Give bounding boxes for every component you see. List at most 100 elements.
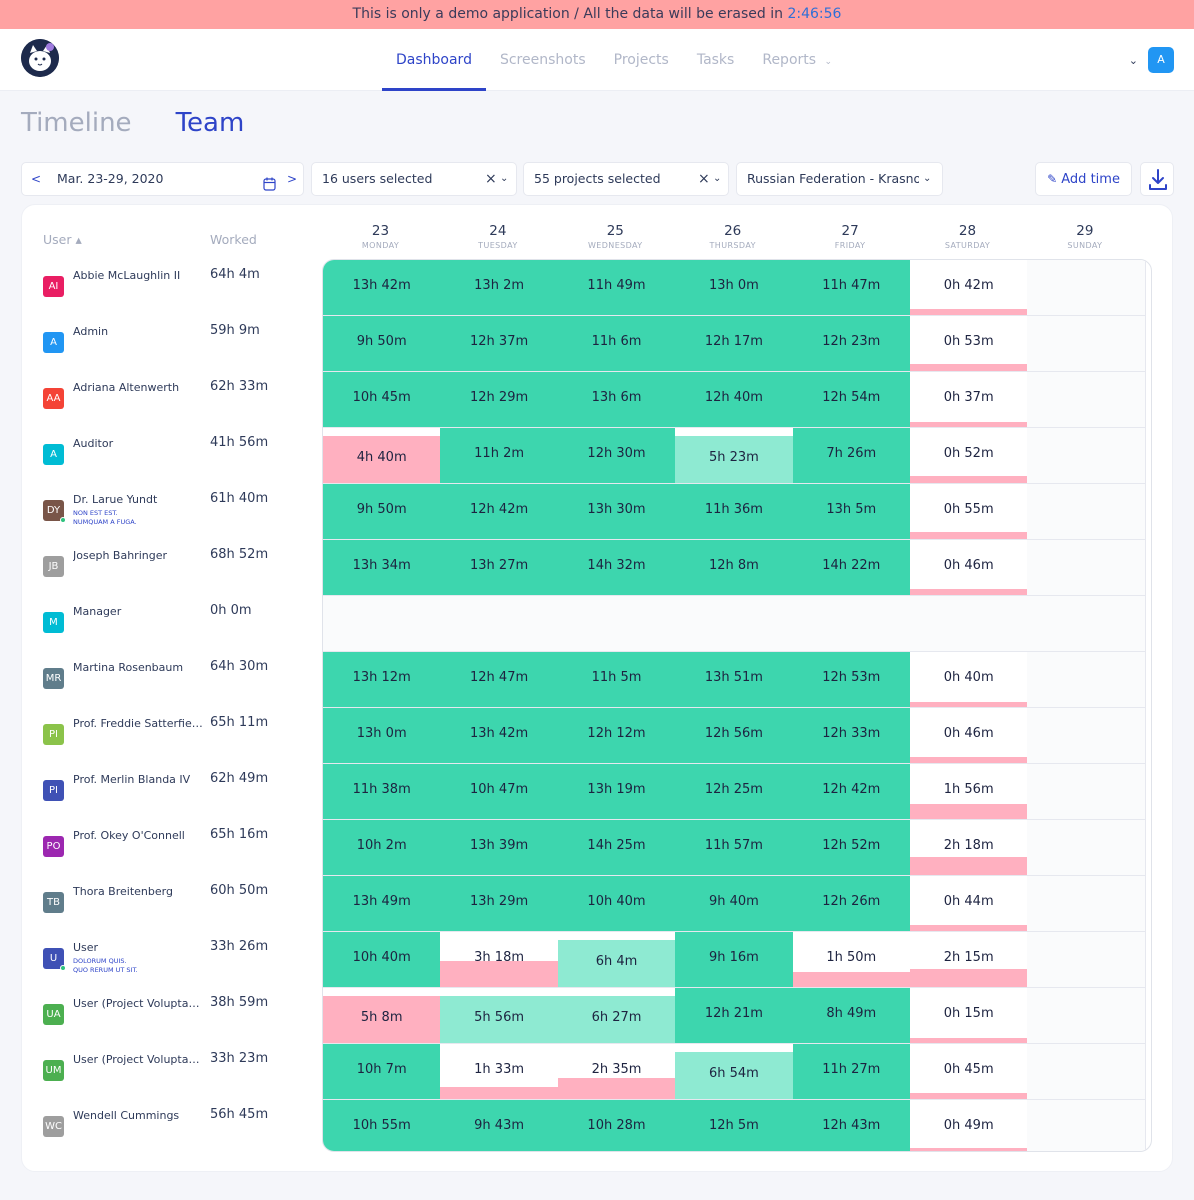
time-cell[interactable]: 10h 40m: [323, 932, 442, 988]
time-cell[interactable]: 0h 55m: [910, 484, 1029, 540]
time-cell[interactable]: 0h 40m: [910, 652, 1029, 708]
time-cell[interactable]: 10h 40m: [557, 876, 677, 932]
chevron-down-icon[interactable]: ⌄: [923, 163, 931, 195]
time-cell[interactable]: 13h 19m: [557, 764, 677, 820]
time-cell[interactable]: 10h 28m: [557, 1100, 677, 1151]
time-cell[interactable]: 13h 6m: [557, 372, 677, 428]
time-cell[interactable]: 12h 25m: [675, 764, 794, 820]
user-menu[interactable]: ⌄ A: [1129, 47, 1174, 73]
time-cell[interactable]: 12h 33m: [792, 708, 911, 764]
time-cell[interactable]: 0h 37m: [910, 372, 1029, 428]
time-cell[interactable]: 12h 42m: [440, 484, 559, 540]
time-cell[interactable]: 13h 51m: [675, 652, 794, 708]
time-cell[interactable]: 11h 5m: [557, 652, 677, 708]
nav-tasks[interactable]: Tasks: [683, 29, 749, 91]
user-name[interactable]: Prof. Okey O'Connell: [73, 829, 203, 842]
time-cell[interactable]: 0h 45m: [910, 1044, 1029, 1100]
time-cell[interactable]: [1027, 820, 1146, 876]
time-cell[interactable]: [1027, 316, 1146, 372]
time-cell[interactable]: 13h 0m: [675, 260, 794, 316]
time-cell[interactable]: 1h 56m: [910, 764, 1029, 820]
calendar-icon[interactable]: [263, 171, 276, 203]
time-cell[interactable]: 0h 44m: [910, 876, 1029, 932]
time-cell[interactable]: 13h 5m: [792, 484, 911, 540]
time-cell[interactable]: 0h 46m: [910, 540, 1029, 596]
time-cell[interactable]: [910, 596, 1029, 652]
time-cell[interactable]: 12h 54m: [792, 372, 911, 428]
chevron-down-icon[interactable]: ⌄: [713, 163, 721, 195]
time-cell[interactable]: 14h 22m: [792, 540, 911, 596]
time-cell[interactable]: [1027, 988, 1146, 1044]
user-name[interactable]: Dr. Larue Yundt: [73, 493, 203, 506]
time-cell[interactable]: 12h 40m: [675, 372, 794, 428]
time-cell[interactable]: 10h 55m: [323, 1100, 442, 1151]
time-cell[interactable]: 0h 15m: [910, 988, 1029, 1044]
user-name[interactable]: Wendell Cummings: [73, 1109, 203, 1122]
table-row[interactable]: MR Martina Rosenbaum 64h 30m: [43, 651, 323, 707]
table-row[interactable]: UM User (Project Voluptas est) 33h 23m: [43, 1043, 323, 1099]
time-cell[interactable]: 9h 43m: [440, 1100, 559, 1151]
time-cell[interactable]: 9h 40m: [675, 876, 794, 932]
nav-reports[interactable]: Reports ⌄: [748, 29, 846, 91]
user-name[interactable]: Prof. Freddie Satterfield I: [73, 717, 203, 730]
time-cell[interactable]: 12h 17m: [675, 316, 794, 372]
clear-projects-icon[interactable]: ×: [698, 163, 710, 195]
time-cell[interactable]: 13h 12m: [323, 652, 442, 708]
time-cell[interactable]: 0h 52m: [910, 428, 1029, 484]
time-cell[interactable]: 10h 45m: [323, 372, 442, 428]
time-cell[interactable]: 13h 49m: [323, 876, 442, 932]
time-cell[interactable]: 14h 32m: [557, 540, 677, 596]
time-cell[interactable]: 12h 56m: [675, 708, 794, 764]
time-cell[interactable]: [1027, 708, 1146, 764]
time-cell[interactable]: 13h 2m: [440, 260, 559, 316]
time-cell[interactable]: [1027, 1100, 1146, 1151]
user-name[interactable]: Adriana Altenwerth: [73, 381, 203, 394]
time-cell[interactable]: [1027, 876, 1146, 932]
time-cell[interactable]: [557, 596, 677, 652]
user-name[interactable]: Auditor: [73, 437, 203, 450]
time-cell[interactable]: 10h 47m: [440, 764, 559, 820]
time-cell[interactable]: [1027, 428, 1146, 484]
time-cell[interactable]: 12h 52m: [792, 820, 911, 876]
time-cell[interactable]: 9h 16m: [675, 932, 794, 988]
user-name[interactable]: Joseph Bahringer: [73, 549, 203, 562]
time-cell[interactable]: [1027, 1044, 1146, 1100]
time-cell[interactable]: 7h 26m: [792, 428, 911, 484]
avatar[interactable]: A: [1148, 47, 1174, 73]
table-row[interactable]: AA Adriana Altenwerth 62h 33m: [43, 371, 323, 427]
time-cell[interactable]: 12h 8m: [675, 540, 794, 596]
time-cell[interactable]: [1027, 596, 1146, 652]
user-name[interactable]: Admin: [73, 325, 203, 338]
time-cell[interactable]: 5h 8m: [323, 988, 442, 1044]
nav-dashboard[interactable]: Dashboard: [382, 29, 486, 91]
time-cell[interactable]: 10h 2m: [323, 820, 442, 876]
time-cell[interactable]: [323, 596, 442, 652]
nav-screenshots[interactable]: Screenshots: [486, 29, 600, 91]
time-cell[interactable]: [1027, 372, 1146, 428]
chevron-down-icon[interactable]: ⌄: [1129, 54, 1138, 67]
time-cell[interactable]: 8h 49m: [792, 988, 911, 1044]
time-cell[interactable]: 12h 43m: [792, 1100, 911, 1151]
date-range-picker[interactable]: < Mar. 23-29, 2020 >: [21, 162, 304, 196]
table-row[interactable]: TB Thora Breitenberg 60h 50m: [43, 875, 323, 931]
time-cell[interactable]: 13h 0m: [323, 708, 442, 764]
time-cell[interactable]: 6h 4m: [557, 932, 677, 988]
table-row[interactable]: PO Prof. Okey O'Connell 65h 16m: [43, 819, 323, 875]
add-time-button[interactable]: ✎ Add time: [1035, 162, 1132, 196]
time-cell[interactable]: 9h 50m: [323, 484, 442, 540]
time-cell[interactable]: [1027, 652, 1146, 708]
time-cell[interactable]: [1027, 764, 1146, 820]
table-row[interactable]: A Auditor 41h 56m: [43, 427, 323, 483]
user-name[interactable]: Martina Rosenbaum: [73, 661, 203, 674]
time-cell[interactable]: [1027, 932, 1146, 988]
time-cell[interactable]: [1027, 260, 1146, 316]
time-cell[interactable]: 1h 33m: [440, 1044, 559, 1100]
time-cell[interactable]: 11h 6m: [557, 316, 677, 372]
time-cell[interactable]: 12h 23m: [792, 316, 911, 372]
time-cell[interactable]: 13h 30m: [557, 484, 677, 540]
time-cell[interactable]: 13h 42m: [323, 260, 442, 316]
time-cell[interactable]: 11h 36m: [675, 484, 794, 540]
time-cell[interactable]: 13h 34m: [323, 540, 442, 596]
user-name[interactable]: Abbie McLaughlin II: [73, 269, 203, 282]
user-name[interactable]: User (Project Voluptas est): [73, 1053, 203, 1066]
